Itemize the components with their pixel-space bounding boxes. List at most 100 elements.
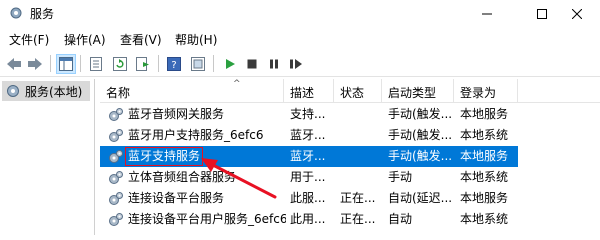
- cell-logon-as: 本地服务: [460, 191, 509, 205]
- column-header-name[interactable]: 名称: [100, 79, 284, 103]
- cell-status: [340, 104, 380, 125]
- cell-description: 此用...: [290, 212, 326, 226]
- menu-view[interactable]: 查看(V): [120, 31, 162, 48]
- cell-status: [340, 167, 380, 188]
- export-button[interactable]: [133, 54, 153, 74]
- view-button[interactable]: [188, 54, 208, 74]
- cell-startup-type: 手动(触发...: [388, 149, 453, 163]
- help-icon: ?: [167, 57, 181, 71]
- menu-help[interactable]: 帮助(H): [175, 31, 217, 48]
- forward-button[interactable]: [25, 54, 45, 74]
- cell-logon-as: 本地系统: [460, 170, 509, 184]
- service-gear-icon: [109, 213, 123, 226]
- properties-icon: [90, 57, 102, 71]
- cell-name-highlighted: 蓝牙支持服务: [125, 147, 204, 166]
- console-tree-icon: [59, 57, 73, 71]
- toolbar-separator: [80, 55, 81, 72]
- toolbar-separator: [158, 55, 159, 72]
- cell-description: 蓝牙...: [290, 149, 326, 163]
- menu-file[interactable]: 文件(F): [9, 31, 49, 48]
- stop-icon: [247, 59, 257, 69]
- cell-startup-type: 手动(触发...: [388, 107, 453, 121]
- tree-item-label: 服务(本地): [25, 84, 83, 99]
- column-header-label: 描述: [290, 86, 315, 100]
- cell-status: [340, 125, 380, 146]
- cell-description: 蓝牙...: [290, 128, 326, 142]
- cell-logon-as: 本地服务: [460, 149, 509, 163]
- cell-startup-type: 自动(延迟...: [388, 191, 453, 205]
- help-button[interactable]: ?: [164, 54, 184, 74]
- view-icon: [191, 57, 205, 71]
- cell-description: 此服...: [290, 191, 326, 205]
- service-gear-icon: [109, 150, 123, 163]
- restart-service-button[interactable]: [286, 54, 306, 74]
- pause-service-button[interactable]: [264, 54, 284, 74]
- tree-item-services-local[interactable]: 服务(本地): [2, 81, 90, 101]
- cell-name: 连接设备平台服务: [128, 191, 225, 205]
- cell-status: 正在...: [340, 212, 376, 226]
- service-row[interactable]: 立体音频组合器服务 用于... 手动 本地系统: [100, 167, 518, 188]
- cell-logon-as: 本地系统: [460, 128, 509, 142]
- stop-service-button[interactable]: [242, 54, 262, 74]
- cell-status: 正在...: [340, 191, 376, 205]
- cell-name: 蓝牙用户支持服务_6efc6: [128, 128, 264, 142]
- refresh-button[interactable]: [110, 54, 130, 74]
- services-gear-icon: [10, 7, 22, 19]
- cell-logon-as: 本地服务: [460, 107, 509, 121]
- service-gear-icon: [109, 171, 123, 184]
- console-tree-button[interactable]: [56, 54, 76, 74]
- back-button[interactable]: [4, 54, 24, 74]
- column-header-label: 启动类型: [388, 86, 437, 100]
- close-icon: [572, 8, 582, 19]
- properties-button[interactable]: [86, 54, 106, 74]
- services-list-pane: ^ 名称 描述 状态 启动类型 登录为 蓝牙音频网关服务 支持... 手动(触发..…: [100, 79, 600, 235]
- service-row[interactable]: 连接设备平台用户服务_6efc6 此用... 正在... 自动 本地系统: [100, 209, 518, 230]
- cell-startup-type: 手动: [388, 170, 413, 184]
- column-header-description[interactable]: 描述: [284, 79, 334, 103]
- window-title: 服务: [30, 7, 55, 21]
- cell-description: 支持...: [290, 107, 326, 121]
- service-row[interactable]: 连接设备平台服务 此服... 正在... 自动(延迟... 本地服务: [100, 188, 518, 209]
- cell-status: [340, 146, 380, 167]
- console-tree-pane: 服务(本地): [0, 79, 95, 235]
- column-header-label: 名称: [106, 86, 131, 100]
- service-row[interactable]: 蓝牙支持服务 蓝牙... 手动(触发... 本地服务: [100, 146, 518, 167]
- refresh-icon: [113, 57, 127, 71]
- toolbar-separator: [50, 55, 51, 72]
- list-header: ^ 名称 描述 状态 启动类型 登录为: [100, 79, 600, 103]
- pause-icon: [270, 59, 278, 69]
- menu-bar: 文件(F) 操作(A) 查看(V) 帮助(H): [0, 27, 600, 49]
- cell-startup-type: 自动: [388, 212, 413, 226]
- start-service-button[interactable]: [220, 54, 240, 74]
- service-row[interactable]: 蓝牙用户支持服务_6efc6 蓝牙... 手动(触发... 本地系统: [100, 125, 518, 146]
- service-gear-icon: [109, 129, 123, 142]
- toolbar-separator: [213, 55, 214, 72]
- service-row[interactable]: 蓝牙音频网关服务 支持... 手动(触发... 本地服务: [100, 104, 518, 125]
- forward-icon: [28, 58, 42, 70]
- column-header-status[interactable]: 状态: [334, 79, 382, 103]
- maximize-icon: [537, 8, 547, 19]
- back-icon: [7, 58, 21, 70]
- column-header-startup-type[interactable]: 启动类型: [382, 79, 454, 103]
- start-icon: [226, 59, 235, 69]
- cell-name: 连接设备平台用户服务_6efc6: [128, 212, 286, 226]
- column-header-logon-as[interactable]: 登录为: [454, 79, 518, 103]
- export-icon: [136, 57, 149, 71]
- svg-text:?: ?: [171, 60, 176, 71]
- service-gear-icon: [109, 192, 123, 205]
- close-button[interactable]: [554, 0, 600, 27]
- cell-description: 用于...: [290, 170, 326, 184]
- column-header-label: 状态: [340, 86, 365, 100]
- title-bar: 服务: [0, 0, 600, 27]
- toolbar: ?: [0, 50, 600, 77]
- minimize-button[interactable]: [464, 0, 510, 27]
- column-header-label: 登录为: [460, 86, 497, 100]
- menu-action[interactable]: 操作(A): [64, 31, 106, 48]
- restart-icon: [290, 59, 302, 69]
- service-gear-icon: [109, 108, 123, 121]
- minimize-icon: [482, 13, 492, 14]
- cell-name: 蓝牙音频网关服务: [128, 107, 225, 121]
- services-gear-icon: [7, 85, 19, 97]
- cell-startup-type: 手动(触发...: [388, 128, 453, 142]
- cell-name: 立体音频组合器服务: [128, 170, 237, 184]
